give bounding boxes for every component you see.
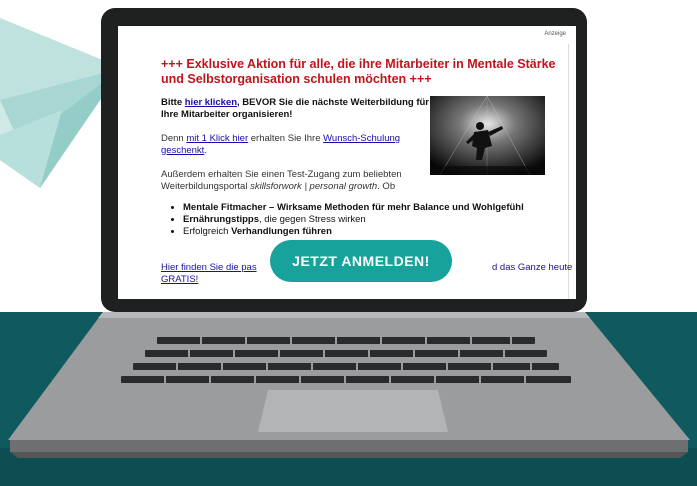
trackpad[interactable] — [262, 390, 444, 432]
